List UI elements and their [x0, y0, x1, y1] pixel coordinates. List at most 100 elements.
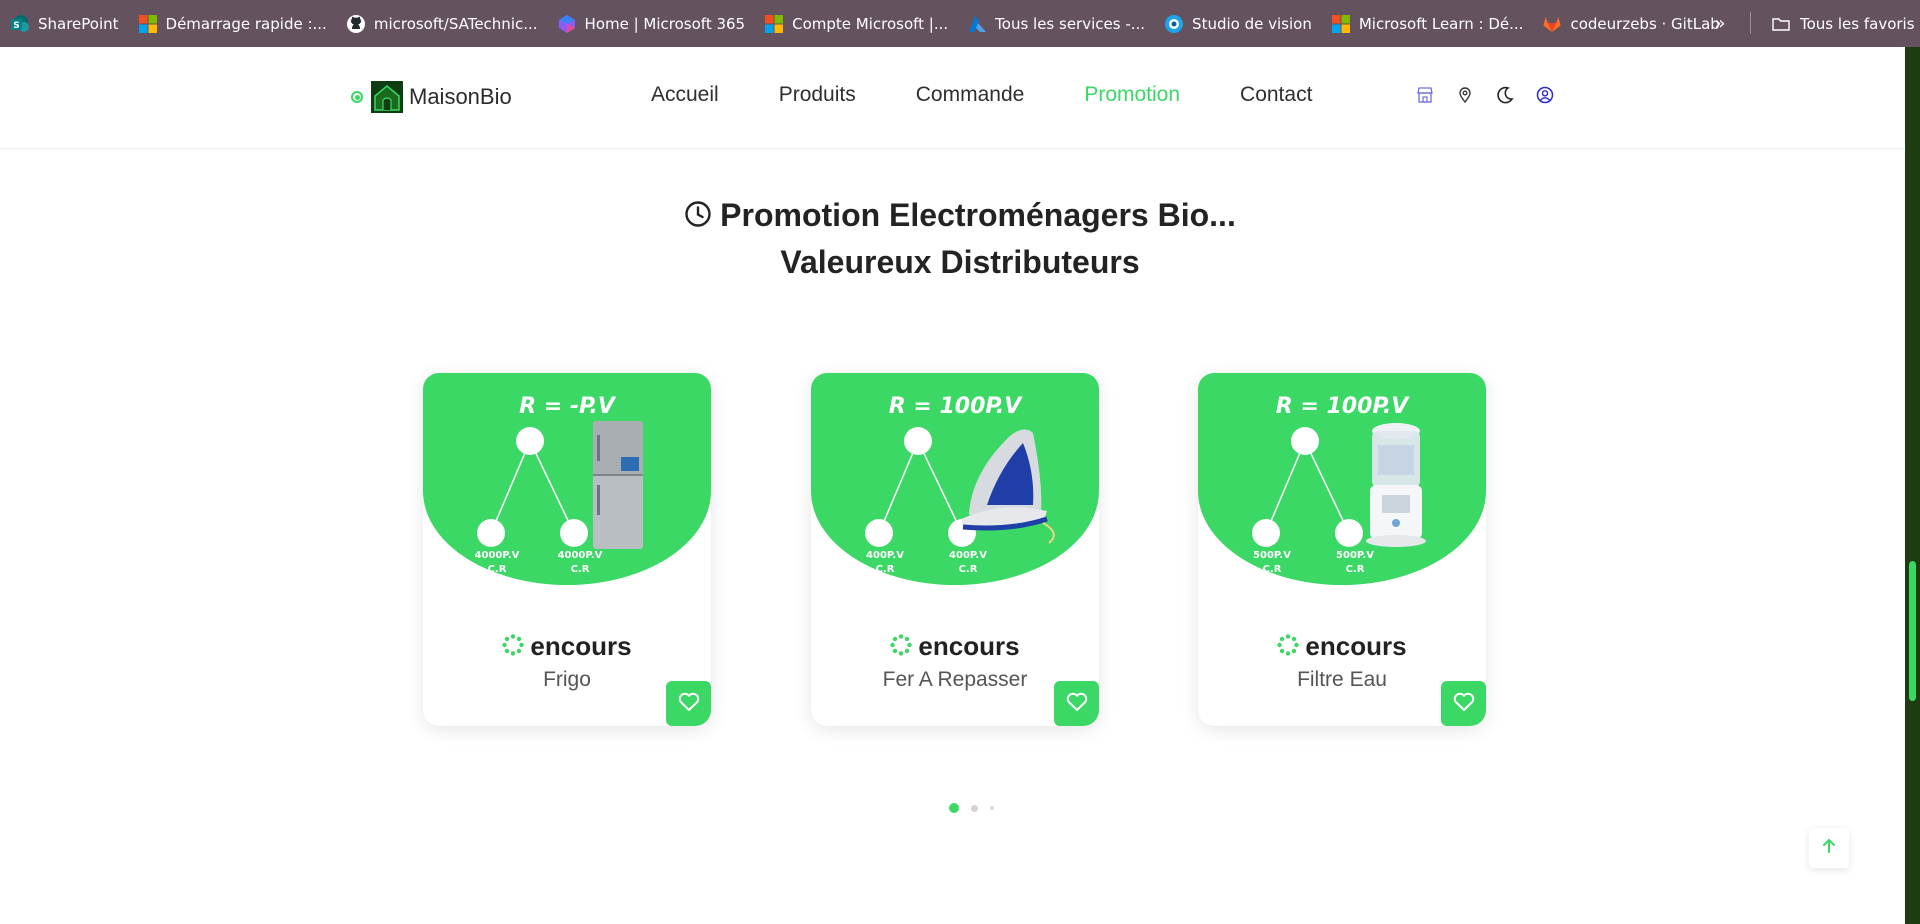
fridge-icon [593, 421, 643, 549]
left-node-value: 4000P.V [475, 550, 520, 561]
svg-text:S: S [13, 21, 19, 31]
favorite-button[interactable] [1054, 681, 1099, 726]
right-node-label: C.R [571, 564, 590, 575]
pager-dot-2[interactable] [971, 804, 978, 812]
bookmark-microsoft-learn[interactable]: Microsoft Learn : Dé... [1331, 0, 1524, 47]
status-text: encours [1305, 631, 1407, 661]
all-bookmarks-folder[interactable]: Tous les favoris [1771, 0, 1915, 47]
bookmark-label: Home | Microsoft 365 [584, 14, 746, 33]
status-text: encours [530, 631, 632, 661]
bookmark-home-m365[interactable]: Home | Microsoft 365 [557, 0, 746, 47]
promo-graphic: R = 100P.V 400P.V C.R 400P.V C.R [811, 373, 1099, 585]
m365-icon [557, 14, 577, 34]
favorite-button[interactable] [666, 681, 711, 726]
nav-commande[interactable]: Commande [916, 83, 1025, 107]
left-node-label: C.R [1263, 564, 1282, 575]
azure-icon [967, 14, 987, 34]
promo-formula: R = 100P.V [1276, 394, 1410, 419]
loading-spinner-icon [890, 632, 913, 656]
loading-spinner-icon [1277, 632, 1300, 656]
bookmarks-bar: S SharePoint Démarrage rapide :... micro… [0, 0, 1920, 47]
promo-status: encours [811, 631, 1099, 662]
scrollbar-thumb[interactable] [1909, 561, 1916, 701]
promo-graphic: R = -P.V 4000P.V C.R 4000P.V C.R [423, 373, 711, 585]
clock-icon [684, 194, 712, 227]
more-bookmarks-chevron-icon[interactable]: » [1708, 11, 1732, 35]
left-node-value: 400P.V [866, 550, 904, 561]
bookmark-sharepoint[interactable]: S SharePoint [10, 0, 119, 47]
status-text: encours [918, 631, 1020, 661]
right-node-value: 4000P.V [558, 550, 603, 561]
bookmark-label: Compte Microsoft |... [792, 14, 949, 33]
promo-formula: R = 100P.V [889, 394, 1023, 419]
tree-left-node [1252, 519, 1280, 547]
promo-graphic: R = 100P.V 500P.V C.R 500P.V C.R [1198, 373, 1486, 585]
microsoft-icon [1331, 14, 1351, 34]
loading-spinner-icon [502, 632, 525, 656]
left-node-value: 500P.V [1253, 550, 1291, 561]
nav-produits[interactable]: Produits [779, 83, 856, 107]
right-node-label: C.R [959, 564, 978, 575]
heart-icon [678, 692, 700, 716]
tree-root-node [1291, 427, 1319, 455]
store-icon[interactable] [1414, 84, 1436, 106]
page-scrollbar[interactable] [1905, 47, 1920, 924]
right-node-value: 500P.V [1336, 550, 1374, 561]
section-title-line2: Valeureux Distributeurs [780, 244, 1140, 280]
bookmark-label: SharePoint [38, 14, 119, 33]
bookmark-label: Tous les services -... [995, 14, 1146, 33]
bookmark-label: microsoft/SATechnic... [373, 14, 538, 33]
bookmark-label: codeurzebs · GitLab [1570, 14, 1720, 33]
bookmark-studio-de-vision[interactable]: Studio de vision [1164, 0, 1312, 47]
vision-icon [1164, 14, 1184, 34]
folder-icon [1771, 14, 1791, 34]
dark-mode-moon-icon[interactable] [1494, 84, 1516, 106]
promo-card[interactable]: R = 100P.V 500P.V C.R 500P.V C.R encours Filtr… [1198, 373, 1486, 726]
tree-root-node [904, 427, 932, 455]
scroll-to-top-button[interactable] [1809, 828, 1849, 868]
nav-contact[interactable]: Contact [1240, 83, 1312, 107]
all-bookmarks-label: Tous les favoris [1800, 14, 1915, 33]
site-header: MaisonBio Accueil Produits Commande Prom… [0, 47, 1905, 149]
section-title: Promotion Electroménagers Bio... Valeure… [0, 192, 1920, 286]
brand-logo-link[interactable]: MaisonBio [351, 81, 512, 113]
bookmark-gitlab[interactable]: codeurzebs · GitLab [1542, 0, 1720, 47]
bookmarks-separator [1750, 12, 1751, 34]
microsoft-icon [138, 14, 158, 34]
promo-formula: R = -P.V [519, 394, 617, 419]
promo-card[interactable]: R = -P.V 4000P.V C.R 4000P.V C.R encours Frigo [423, 373, 711, 726]
bookmark-compte-microsoft[interactable]: Compte Microsoft |... [764, 0, 948, 47]
right-node-label: C.R [1346, 564, 1365, 575]
microsoft-icon [764, 14, 784, 34]
gitlab-icon [1542, 14, 1562, 34]
tree-root-node [516, 427, 544, 455]
github-icon [346, 14, 366, 34]
bookmark-label: Microsoft Learn : Dé... [1358, 14, 1524, 33]
nav-promotion[interactable]: Promotion [1084, 83, 1180, 107]
house-logo-icon [371, 81, 403, 113]
favorite-button[interactable] [1441, 681, 1486, 726]
bookmark-label: Studio de vision [1192, 14, 1312, 33]
bookmark-github-satechnic[interactable]: microsoft/SATechnic... [346, 0, 538, 47]
promo-card[interactable]: R = 100P.V 400P.V C.R 400P.V C.R encours Fer A… [811, 373, 1099, 726]
bookmark-demarrage-rapide[interactable]: Démarrage rapide :... [138, 0, 327, 47]
water-filter-icon [1366, 423, 1426, 547]
tree-right-node [1335, 519, 1363, 547]
pager-dot-3[interactable] [990, 806, 994, 810]
tree-left-node [477, 519, 505, 547]
header-actions [1414, 84, 1574, 106]
location-pin-icon[interactable] [1454, 84, 1476, 106]
nav-accueil[interactable]: Accueil [651, 83, 719, 107]
brand-name: MaisonBio [409, 84, 512, 109]
tree-left-node [865, 519, 893, 547]
bookmark-label: Démarrage rapide :... [165, 14, 327, 33]
section-title-line1: Promotion Electroménagers Bio... [720, 197, 1236, 233]
user-account-icon[interactable] [1534, 84, 1556, 106]
bookmark-tous-les-services[interactable]: Tous les services -... [967, 0, 1145, 47]
tree-right-node [560, 519, 588, 547]
pager-dot-1[interactable] [949, 803, 959, 813]
promo-status: encours [1198, 631, 1486, 662]
right-node-value: 400P.V [949, 550, 987, 561]
brand-status-dot-icon [351, 91, 363, 103]
carousel-pager [949, 803, 1006, 813]
